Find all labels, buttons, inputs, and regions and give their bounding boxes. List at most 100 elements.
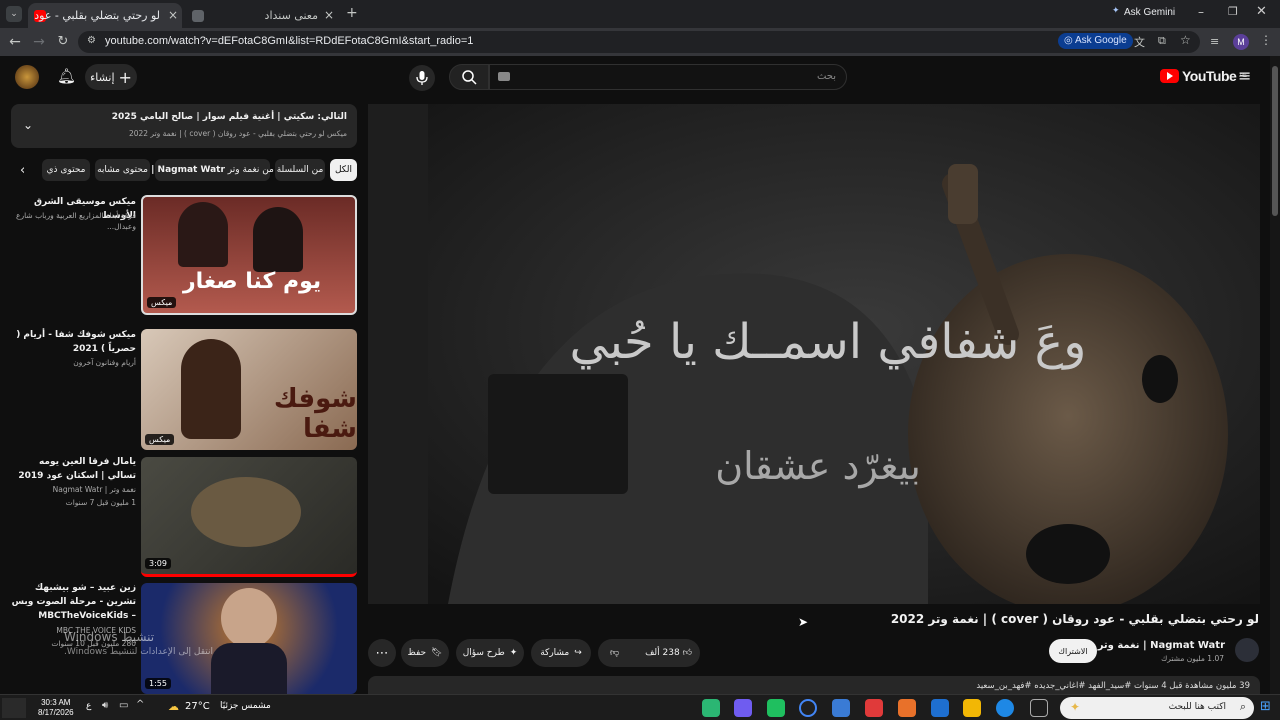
show-desktop-button[interactable] (2, 698, 26, 718)
tab-active[interactable]: لو رحتي بتضلي بقلبي - عود × (28, 3, 182, 28)
list-item-thumbnail[interactable]: 1:55 (141, 583, 357, 694)
file-explorer-icon[interactable] (963, 699, 981, 717)
chrome-icon[interactable] (799, 699, 817, 717)
subscribe-button[interactable]: الاشتراك (1049, 639, 1097, 663)
list-item-channel: فرقة أبناء المزاريع العربية ورباب شارع و… (16, 211, 136, 231)
reload-icon[interactable]: ↻ (54, 33, 72, 51)
profile-avatar[interactable]: M (1233, 34, 1249, 50)
store-icon[interactable] (832, 699, 850, 717)
app-icon[interactable] (767, 699, 785, 717)
volume-icon[interactable]: 🔊︎ (102, 700, 108, 711)
clock-date: 8/17/2026 (38, 708, 74, 717)
chip-from-series[interactable]: من السلسلة (275, 159, 325, 181)
bookmark-star-icon[interactable]: ☆ (1180, 33, 1191, 47)
channel-name[interactable]: Nagmat Watr | نغمة وتر (1098, 640, 1225, 651)
translate-icon[interactable]: 文 (1134, 34, 1145, 50)
list-item-thumbnail[interactable]: 3:09 (141, 457, 357, 577)
windows-start-icon[interactable]: ⊞ (1260, 699, 1274, 715)
description-box[interactable]: 39 مليون مشاهدة قبل 4 سنوات #سيد_الفهد #… (368, 676, 1260, 696)
notifications-bell-icon[interactable]: 🔔︎ (57, 67, 76, 85)
dislike-button[interactable]: 👎︎ (610, 648, 619, 658)
mail-icon[interactable] (931, 699, 949, 717)
input-language[interactable]: ع (86, 701, 91, 711)
youtube-header: 🔔︎ إنشاء + بحث YouTube AE ≡ (0, 56, 1270, 100)
like-count: 238 ألف (645, 648, 680, 658)
mouse-cursor-icon: ➤ (798, 615, 809, 629)
share-button[interactable]: ↪ مشاركة (531, 639, 591, 667)
like-button[interactable]: 👍︎ 238 ألف (645, 648, 692, 658)
list-item-thumbnail[interactable]: شوفك شفا ميكس (141, 329, 357, 450)
duration-badge: 1:55 (145, 678, 171, 689)
network-icon[interactable]: ▭ (119, 700, 128, 711)
install-icon[interactable]: ⧉ (1158, 34, 1166, 48)
plus-icon: + (118, 67, 132, 87)
avatar[interactable] (15, 65, 39, 89)
create-button[interactable]: إنشاء + (85, 64, 137, 90)
up-next-panel[interactable]: ⌄ التالي: سكيتي | أغنية فيلم سوار | صالح… (11, 104, 357, 148)
youtube-logo[interactable]: YouTube AE (1160, 68, 1247, 84)
chevron-down-icon[interactable]: ⌄ (23, 118, 33, 132)
weather-temp[interactable]: 27°C (185, 701, 210, 712)
figure-shape (178, 202, 228, 267)
edge-icon[interactable] (996, 699, 1014, 717)
restore-icon[interactable]: ❐ (1228, 5, 1238, 18)
weather-text[interactable]: مشمس جزئيًا (220, 701, 271, 711)
scrollbar-thumb[interactable] (1272, 66, 1278, 216)
chevron-left-icon[interactable]: ‹ (20, 163, 25, 178)
search-input[interactable]: بحث (489, 64, 847, 90)
action-bar: ⋯ 🔖︎ حفظ ✦ طرح سؤال ↪ مشاركة 👍︎ 238 ألف 👎︎ (368, 639, 1048, 667)
clock[interactable]: 30:3 AM 8/17/2026 (38, 698, 74, 718)
chip-all[interactable]: الكل (330, 159, 357, 181)
ask-label: طرح سؤال (462, 648, 505, 658)
list-item-title[interactable]: زين عبيد – شو بيشبهك تشرين - مرحلة الصوت… (8, 581, 136, 623)
tab-title: معنى سنداد (264, 9, 318, 22)
create-label: إنشاء (90, 70, 115, 84)
tab-search-button[interactable]: ⌄ (6, 6, 22, 22)
keyboard-icon[interactable] (498, 72, 510, 81)
page-scrollbar[interactable] (1270, 56, 1280, 694)
close-tab-icon[interactable]: × (168, 8, 178, 22)
task-view-icon[interactable] (1030, 699, 1048, 717)
list-item-thumbnail[interactable]: يوم كنا صغار ميكس (141, 195, 357, 315)
chip-similar[interactable]: محتوى مشابه (95, 159, 150, 181)
close-tab-icon[interactable]: × (324, 8, 334, 22)
close-window-icon[interactable]: ✕ (1256, 4, 1267, 19)
forward-icon[interactable]: → (30, 33, 48, 51)
chip-channel[interactable]: من نغمة وتر Nagmat Watr | (151, 159, 274, 181)
minimize-icon[interactable]: – (1198, 5, 1204, 19)
more-actions-button[interactable]: ⋯ (368, 639, 396, 667)
figure-shape (253, 207, 303, 272)
hamburger-menu-icon[interactable]: ≡ (1238, 66, 1251, 85)
ask-gemini-button[interactable]: Ask Gemini (1124, 7, 1175, 18)
tray-chevron-icon[interactable]: ^ (136, 699, 144, 710)
save-button[interactable]: 🔖︎ حفظ (401, 639, 449, 667)
url-text[interactable]: youtube.com/watch?v=dEFotaC8GmI&list=RDd… (105, 35, 473, 47)
site-info-icon[interactable]: ⚙ (87, 35, 96, 46)
video-player[interactable]: وعَ شفافي اسمــك يا حُبي بيغرّد عشقان (368, 104, 1260, 604)
ask-button[interactable]: ✦ طرح سؤال (456, 639, 524, 667)
app-icon[interactable] (865, 699, 883, 717)
chip-more[interactable]: محتوى ذي (42, 159, 90, 181)
media-app-icon[interactable] (702, 699, 720, 717)
back-icon[interactable]: ← (6, 33, 24, 51)
youtube-play-icon (1160, 69, 1179, 83)
menu-dots-icon[interactable]: ⋮ (1260, 33, 1272, 47)
figure-shape (221, 588, 277, 648)
tab-groups-icon[interactable]: ≡ (1210, 35, 1219, 48)
taskbar-search-box[interactable]: ✦ اكتب هنا للبحث ⌕ (1060, 697, 1254, 719)
voice-search-button[interactable] (409, 65, 435, 91)
search-button[interactable] (449, 64, 489, 90)
ask-google-button[interactable]: ◎ Ask Google (1058, 33, 1133, 49)
list-item-meta: 1 مليون قبل 7 سنوات (65, 498, 136, 507)
list-item-title[interactable]: يامال فرقا العين يومه تسالي | اسكتان عود… (8, 455, 136, 483)
app-icon[interactable] (734, 699, 752, 717)
up-next-title: التالي: سكيتي | أغنية فيلم سوار | صالح ا… (111, 112, 347, 122)
app-icon[interactable] (898, 699, 916, 717)
tab-inactive[interactable]: معنى سنداد × (186, 3, 340, 28)
list-item-channel: أريام وفنانون آخرون (73, 358, 136, 367)
address-bar[interactable]: ⚙ youtube.com/watch?v=dEFotaC8GmI&list=R… (78, 31, 1200, 53)
list-item-title[interactable]: ميكس شوفك شفا - أريام ( حصرياً ) 2021 (8, 328, 136, 356)
new-tab-button[interactable]: + (346, 5, 358, 21)
taskbar-search-placeholder: اكتب هنا للبحث (1168, 702, 1226, 712)
channel-avatar[interactable] (1235, 638, 1259, 662)
